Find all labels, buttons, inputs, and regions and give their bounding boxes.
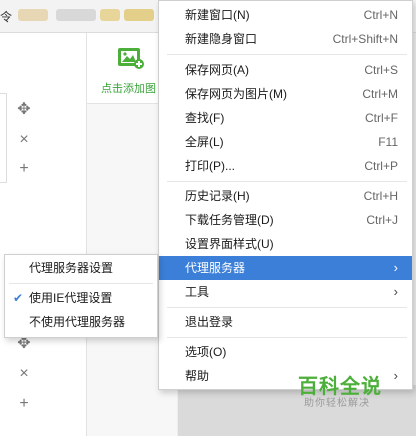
- close-icon[interactable]: ×: [16, 132, 32, 148]
- move-icon[interactable]: ✥: [16, 102, 32, 118]
- menu-item-label: 保存网页为图片(M): [185, 87, 287, 101]
- menu-item-label: 新建隐身窗口: [185, 32, 258, 46]
- menu-item-label: 查找(F): [185, 111, 225, 125]
- image-add-icon: [118, 48, 144, 69]
- chevron-right-icon: ›: [393, 260, 398, 275]
- menu-item-save-as-image[interactable]: 保存网页为图片(M) Ctrl+M: [159, 82, 412, 106]
- submenu-item-label: 不使用代理服务器: [29, 315, 126, 329]
- submenu-item-proxy-settings[interactable]: 代理服务器设置: [5, 256, 157, 280]
- menu-item-fullscreen[interactable]: 全屏(L) F11: [159, 130, 412, 154]
- menu-item-shortcut: Ctrl+P: [364, 159, 398, 173]
- move-icon[interactable]: ✥: [16, 336, 32, 352]
- menu-item-label: 保存网页(A): [185, 63, 249, 77]
- chevron-right-icon: ›: [393, 368, 398, 383]
- menu-item-label: 选项(O): [185, 345, 227, 359]
- menu-item-label: 工具: [185, 285, 210, 299]
- menu-item-label: 下载任务管理(D): [185, 213, 274, 227]
- left-panel: [0, 33, 87, 436]
- proxy-submenu: 代理服务器设置 ✔ 使用IE代理设置 不使用代理服务器: [4, 254, 158, 338]
- menu-item-label: 代理服务器: [185, 261, 246, 275]
- menu-item-new-incognito-window[interactable]: 新建隐身窗口 Ctrl+Shift+N: [159, 27, 412, 51]
- menu-item-history[interactable]: 历史记录(H) Ctrl+H: [159, 184, 412, 208]
- menu-item-shortcut: Ctrl+H: [363, 189, 398, 203]
- menu-item-label: 全屏(L): [185, 135, 224, 149]
- checkmark-icon: ✔: [13, 291, 24, 305]
- menu-item-print[interactable]: 打印(P)... Ctrl+P: [159, 154, 412, 178]
- menu-separator: [167, 337, 407, 338]
- menu-item-label: 历史记录(H): [185, 189, 250, 203]
- submenu-item-no-proxy[interactable]: 不使用代理服务器: [5, 310, 157, 334]
- menu-item-save-page[interactable]: 保存网页(A) Ctrl+S: [159, 58, 412, 82]
- chevron-right-icon: ›: [393, 284, 398, 299]
- add-image-label: 点击添加图: [101, 83, 156, 95]
- menu-item-shortcut: Ctrl+M: [362, 87, 398, 101]
- menu-item-shortcut: Ctrl+F: [365, 111, 398, 125]
- menu-item-find[interactable]: 查找(F) Ctrl+F: [159, 106, 412, 130]
- submenu-item-use-ie-proxy[interactable]: ✔ 使用IE代理设置: [5, 286, 157, 310]
- menu-item-shortcut: Ctrl+N: [363, 8, 398, 22]
- menu-item-shortcut: Ctrl+S: [364, 63, 398, 77]
- menu-item-shortcut: F11: [378, 135, 398, 149]
- menu-item-label: 设置界面样式(U): [185, 237, 274, 251]
- menu-item-tools[interactable]: 工具 ›: [159, 280, 412, 304]
- add-icon[interactable]: +: [16, 396, 32, 412]
- menu-item-label: 帮助: [185, 369, 210, 383]
- left-edge-box: [0, 93, 7, 183]
- submenu-item-label: 使用IE代理设置: [29, 291, 113, 305]
- blurred-tab: [56, 9, 96, 21]
- blurred-tab: [124, 9, 154, 21]
- close-icon[interactable]: ×: [16, 366, 32, 382]
- tab-fragment: 令: [0, 10, 13, 24]
- menu-item-downloads[interactable]: 下载任务管理(D) Ctrl+J: [159, 208, 412, 232]
- menu-item-new-window[interactable]: 新建窗口(N) Ctrl+N: [159, 3, 412, 27]
- menu-item-label: 退出登录: [185, 315, 234, 329]
- submenu-item-label: 代理服务器设置: [29, 261, 114, 275]
- browser-context-menu: 新建窗口(N) Ctrl+N 新建隐身窗口 Ctrl+Shift+N 保存网页(…: [158, 0, 413, 390]
- menu-item-shortcut: Ctrl+Shift+N: [332, 32, 398, 46]
- blurred-tab: [100, 9, 120, 21]
- watermark-subtitle: 助你轻松解决: [304, 398, 370, 409]
- menu-separator: [9, 283, 153, 284]
- menu-separator: [167, 181, 407, 182]
- blurred-tab: [18, 9, 48, 21]
- add-icon[interactable]: +: [16, 161, 32, 177]
- menu-item-logout[interactable]: 退出登录: [159, 310, 412, 334]
- menu-item-interface-style[interactable]: 设置界面样式(U): [159, 232, 412, 256]
- menu-item-shortcut: Ctrl+J: [366, 213, 398, 227]
- menu-item-options[interactable]: 选项(O): [159, 340, 412, 364]
- menu-item-label: 打印(P)...: [185, 159, 235, 173]
- menu-separator: [167, 54, 407, 55]
- menu-item-proxy-server[interactable]: 代理服务器 ›: [159, 256, 412, 280]
- menu-item-label: 新建窗口(N): [185, 8, 250, 22]
- menu-separator: [167, 307, 407, 308]
